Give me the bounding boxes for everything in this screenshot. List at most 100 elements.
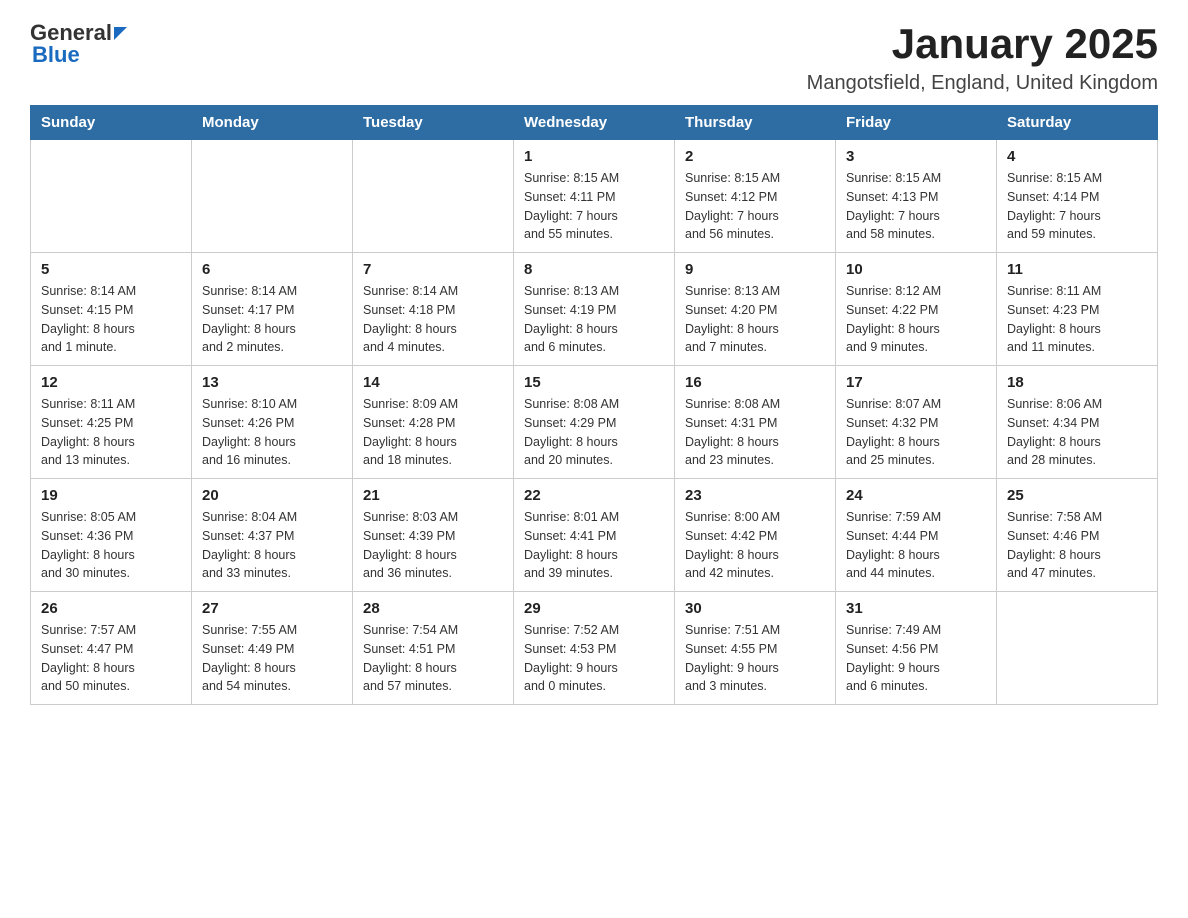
calendar-cell: 5 Sunrise: 8:14 AM Sunset: 4:15 PM Daylig… — [31, 253, 192, 366]
day-info: Sunrise: 7:51 AM Sunset: 4:55 PM Dayligh… — [685, 621, 825, 696]
day-number: 3 — [846, 148, 986, 165]
day-number: 6 — [202, 261, 342, 278]
calendar-table: SundayMondayTuesdayWednesdayThursdayFrid… — [30, 105, 1158, 705]
calendar-cell: 19 Sunrise: 8:05 AM Sunset: 4:36 PM Dayli… — [31, 479, 192, 592]
calendar-cell — [31, 140, 192, 253]
calendar-week-row: 26 Sunrise: 7:57 AM Sunset: 4:47 PM Dayli… — [31, 592, 1158, 705]
day-number: 1 — [524, 148, 664, 165]
calendar-cell: 6 Sunrise: 8:14 AM Sunset: 4:17 PM Daylig… — [192, 253, 353, 366]
logo-blue-text: Blue — [32, 42, 80, 68]
day-number: 14 — [363, 374, 503, 391]
day-info: Sunrise: 8:14 AM Sunset: 4:17 PM Dayligh… — [202, 282, 342, 357]
day-number: 28 — [363, 600, 503, 617]
calendar-cell: 9 Sunrise: 8:13 AM Sunset: 4:20 PM Daylig… — [675, 253, 836, 366]
calendar-header-friday: Friday — [836, 106, 997, 140]
calendar-cell — [353, 140, 514, 253]
day-number: 5 — [41, 261, 181, 278]
day-info: Sunrise: 7:49 AM Sunset: 4:56 PM Dayligh… — [846, 621, 986, 696]
calendar-cell — [192, 140, 353, 253]
day-number: 7 — [363, 261, 503, 278]
day-number: 16 — [685, 374, 825, 391]
calendar-cell: 8Sunrise: 8:13 AM Sunset: 4:19 PM Daylig… — [514, 253, 675, 366]
calendar-cell: 3 Sunrise: 8:15 AM Sunset: 4:13 PM Daylig… — [836, 140, 997, 253]
calendar-week-row: 19 Sunrise: 8:05 AM Sunset: 4:36 PM Dayli… — [31, 479, 1158, 592]
title-area: January 2025 Mangotsfield, England, Unit… — [807, 20, 1158, 95]
calendar-cell: 12Sunrise: 8:11 AM Sunset: 4:25 PM Dayli… — [31, 366, 192, 479]
day-number: 19 — [41, 487, 181, 504]
day-number: 17 — [846, 374, 986, 391]
calendar-cell: 14 Sunrise: 8:09 AM Sunset: 4:28 PM Dayli… — [353, 366, 514, 479]
calendar-cell — [997, 592, 1158, 705]
day-info: Sunrise: 8:08 AM Sunset: 4:31 PM Dayligh… — [685, 395, 825, 470]
day-info: Sunrise: 8:14 AM Sunset: 4:15 PM Dayligh… — [41, 282, 181, 357]
calendar-header-monday: Monday — [192, 106, 353, 140]
calendar-header-sunday: Sunday — [31, 106, 192, 140]
logo: General Blue — [30, 20, 127, 68]
calendar-cell: 26 Sunrise: 7:57 AM Sunset: 4:47 PM Dayli… — [31, 592, 192, 705]
calendar-cell: 2 Sunrise: 8:15 AM Sunset: 4:12 PM Daylig… — [675, 140, 836, 253]
day-info: Sunrise: 8:14 AM Sunset: 4:18 PM Dayligh… — [363, 282, 503, 357]
day-info: Sunrise: 8:15 AM Sunset: 4:14 PM Dayligh… — [1007, 169, 1147, 244]
calendar-title: January 2025 — [807, 20, 1158, 68]
page-header: General Blue January 2025 Mangotsfield, … — [30, 20, 1158, 95]
day-number: 9 — [685, 261, 825, 278]
calendar-cell: 7 Sunrise: 8:14 AM Sunset: 4:18 PM Daylig… — [353, 253, 514, 366]
calendar-header-saturday: Saturday — [997, 106, 1158, 140]
calendar-cell: 4 Sunrise: 8:15 AM Sunset: 4:14 PM Daylig… — [997, 140, 1158, 253]
day-number: 15 — [524, 374, 664, 391]
calendar-cell: 22Sunrise: 8:01 AM Sunset: 4:41 PM Dayli… — [514, 479, 675, 592]
day-info: Sunrise: 8:05 AM Sunset: 4:36 PM Dayligh… — [41, 508, 181, 583]
calendar-cell: 17Sunrise: 8:07 AM Sunset: 4:32 PM Dayli… — [836, 366, 997, 479]
day-info: Sunrise: 8:06 AM Sunset: 4:34 PM Dayligh… — [1007, 395, 1147, 470]
calendar-week-row: 5 Sunrise: 8:14 AM Sunset: 4:15 PM Daylig… — [31, 253, 1158, 366]
calendar-cell: 27 Sunrise: 7:55 AM Sunset: 4:49 PM Dayli… — [192, 592, 353, 705]
calendar-cell: 18 Sunrise: 8:06 AM Sunset: 4:34 PM Dayli… — [997, 366, 1158, 479]
calendar-cell: 23 Sunrise: 8:00 AM Sunset: 4:42 PM Dayli… — [675, 479, 836, 592]
day-info: Sunrise: 8:10 AM Sunset: 4:26 PM Dayligh… — [202, 395, 342, 470]
calendar-subtitle: Mangotsfield, England, United Kingdom — [807, 72, 1158, 95]
calendar-cell: 21Sunrise: 8:03 AM Sunset: 4:39 PM Dayli… — [353, 479, 514, 592]
day-info: Sunrise: 7:54 AM Sunset: 4:51 PM Dayligh… — [363, 621, 503, 696]
calendar-header-row: SundayMondayTuesdayWednesdayThursdayFrid… — [31, 106, 1158, 140]
day-number: 2 — [685, 148, 825, 165]
day-number: 8 — [524, 261, 664, 278]
calendar-cell: 16 Sunrise: 8:08 AM Sunset: 4:31 PM Dayli… — [675, 366, 836, 479]
calendar-cell: 28 Sunrise: 7:54 AM Sunset: 4:51 PM Dayli… — [353, 592, 514, 705]
day-info: Sunrise: 7:52 AM Sunset: 4:53 PM Dayligh… — [524, 621, 664, 696]
day-number: 10 — [846, 261, 986, 278]
day-info: Sunrise: 7:59 AM Sunset: 4:44 PM Dayligh… — [846, 508, 986, 583]
day-number: 11 — [1007, 261, 1147, 278]
day-number: 18 — [1007, 374, 1147, 391]
day-number: 13 — [202, 374, 342, 391]
day-info: Sunrise: 8:15 AM Sunset: 4:13 PM Dayligh… — [846, 169, 986, 244]
day-number: 4 — [1007, 148, 1147, 165]
calendar-cell: 10Sunrise: 8:12 AM Sunset: 4:22 PM Dayli… — [836, 253, 997, 366]
day-info: Sunrise: 8:00 AM Sunset: 4:42 PM Dayligh… — [685, 508, 825, 583]
day-info: Sunrise: 8:15 AM Sunset: 4:12 PM Dayligh… — [685, 169, 825, 244]
day-number: 29 — [524, 600, 664, 617]
day-number: 25 — [1007, 487, 1147, 504]
calendar-week-row: 1 Sunrise: 8:15 AM Sunset: 4:11 PM Daylig… — [31, 140, 1158, 253]
calendar-cell: 11 Sunrise: 8:11 AM Sunset: 4:23 PM Dayli… — [997, 253, 1158, 366]
day-info: Sunrise: 8:09 AM Sunset: 4:28 PM Dayligh… — [363, 395, 503, 470]
day-info: Sunrise: 8:11 AM Sunset: 4:23 PM Dayligh… — [1007, 282, 1147, 357]
day-info: Sunrise: 7:55 AM Sunset: 4:49 PM Dayligh… — [202, 621, 342, 696]
calendar-cell: 1 Sunrise: 8:15 AM Sunset: 4:11 PM Daylig… — [514, 140, 675, 253]
day-number: 31 — [846, 600, 986, 617]
calendar-week-row: 12Sunrise: 8:11 AM Sunset: 4:25 PM Dayli… — [31, 366, 1158, 479]
day-number: 27 — [202, 600, 342, 617]
day-number: 23 — [685, 487, 825, 504]
calendar-cell: 30 Sunrise: 7:51 AM Sunset: 4:55 PM Dayli… — [675, 592, 836, 705]
calendar-header-thursday: Thursday — [675, 106, 836, 140]
day-info: Sunrise: 7:58 AM Sunset: 4:46 PM Dayligh… — [1007, 508, 1147, 583]
calendar-cell: 15Sunrise: 8:08 AM Sunset: 4:29 PM Dayli… — [514, 366, 675, 479]
day-number: 24 — [846, 487, 986, 504]
day-info: Sunrise: 7:57 AM Sunset: 4:47 PM Dayligh… — [41, 621, 181, 696]
calendar-header-wednesday: Wednesday — [514, 106, 675, 140]
day-number: 30 — [685, 600, 825, 617]
day-number: 26 — [41, 600, 181, 617]
calendar-header-tuesday: Tuesday — [353, 106, 514, 140]
day-info: Sunrise: 8:15 AM Sunset: 4:11 PM Dayligh… — [524, 169, 664, 244]
day-info: Sunrise: 8:13 AM Sunset: 4:20 PM Dayligh… — [685, 282, 825, 357]
day-info: Sunrise: 8:01 AM Sunset: 4:41 PM Dayligh… — [524, 508, 664, 583]
